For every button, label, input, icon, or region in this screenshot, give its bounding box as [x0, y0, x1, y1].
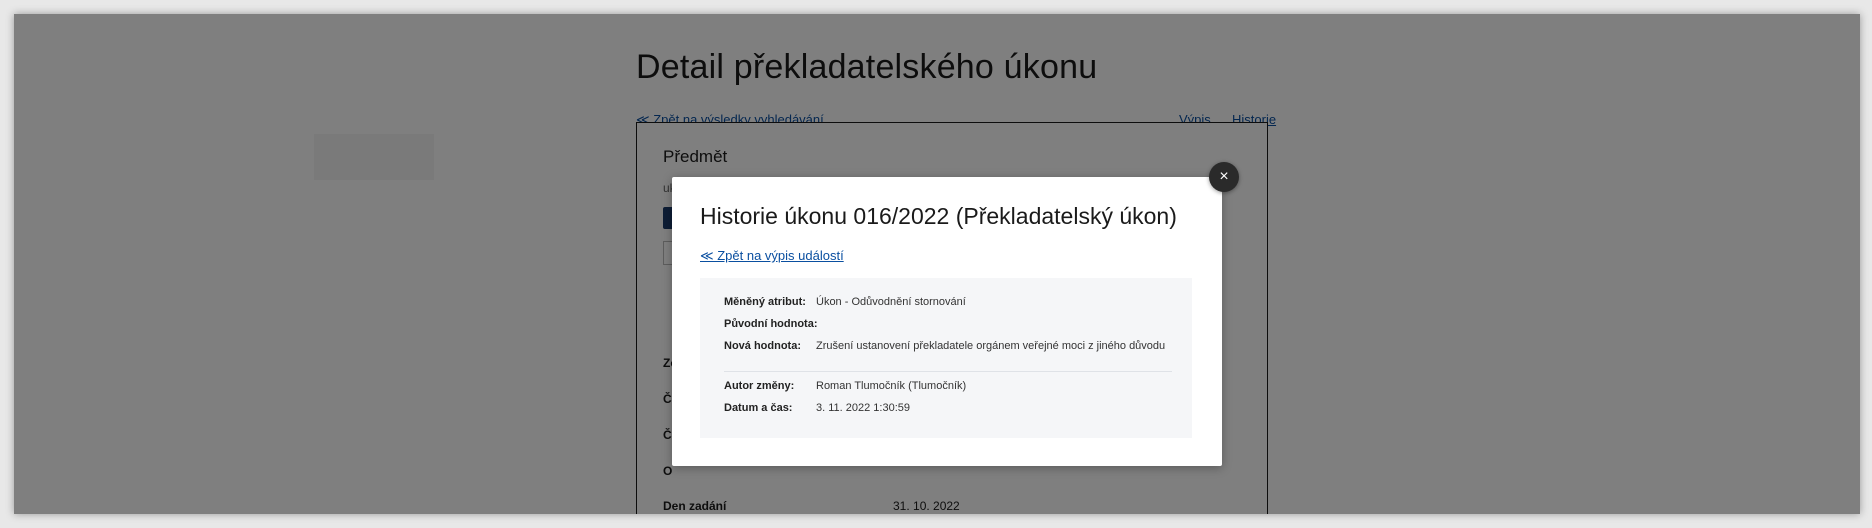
changed-attribute-label: Měněný atribut: — [724, 296, 806, 308]
original-value-label: Původní hodnota: — [724, 318, 818, 330]
changed-attribute-value: Úkon - Odůvodnění stornování — [816, 296, 966, 308]
divider — [724, 371, 1172, 372]
browser-viewport: Detail překladatelského úkonu ≪ Zpět na … — [14, 14, 1860, 514]
new-value-label: Nová hodnota: — [724, 340, 801, 352]
back-to-events-link[interactable]: ≪ Zpět na výpis událostí — [700, 248, 844, 264]
datetime-value: 3. 11. 2022 1:30:59 — [816, 402, 910, 414]
modal-title: Historie úkonu 016/2022 (Překladatelský … — [700, 203, 1177, 229]
author-label: Autor změny: — [724, 380, 795, 392]
close-icon[interactable]: × — [1209, 162, 1239, 192]
datetime-label: Datum a čas: — [724, 402, 793, 414]
history-modal: Historie úkonu 016/2022 (Překladatelský … — [672, 177, 1222, 466]
new-value: Zrušení ustanovení překladatele orgánem … — [816, 340, 1166, 352]
history-change-panel: Měněný atribut: Úkon - Odůvodnění storno… — [700, 278, 1192, 438]
author-value: Roman Tlumočník (Tlumočník) — [816, 380, 967, 392]
